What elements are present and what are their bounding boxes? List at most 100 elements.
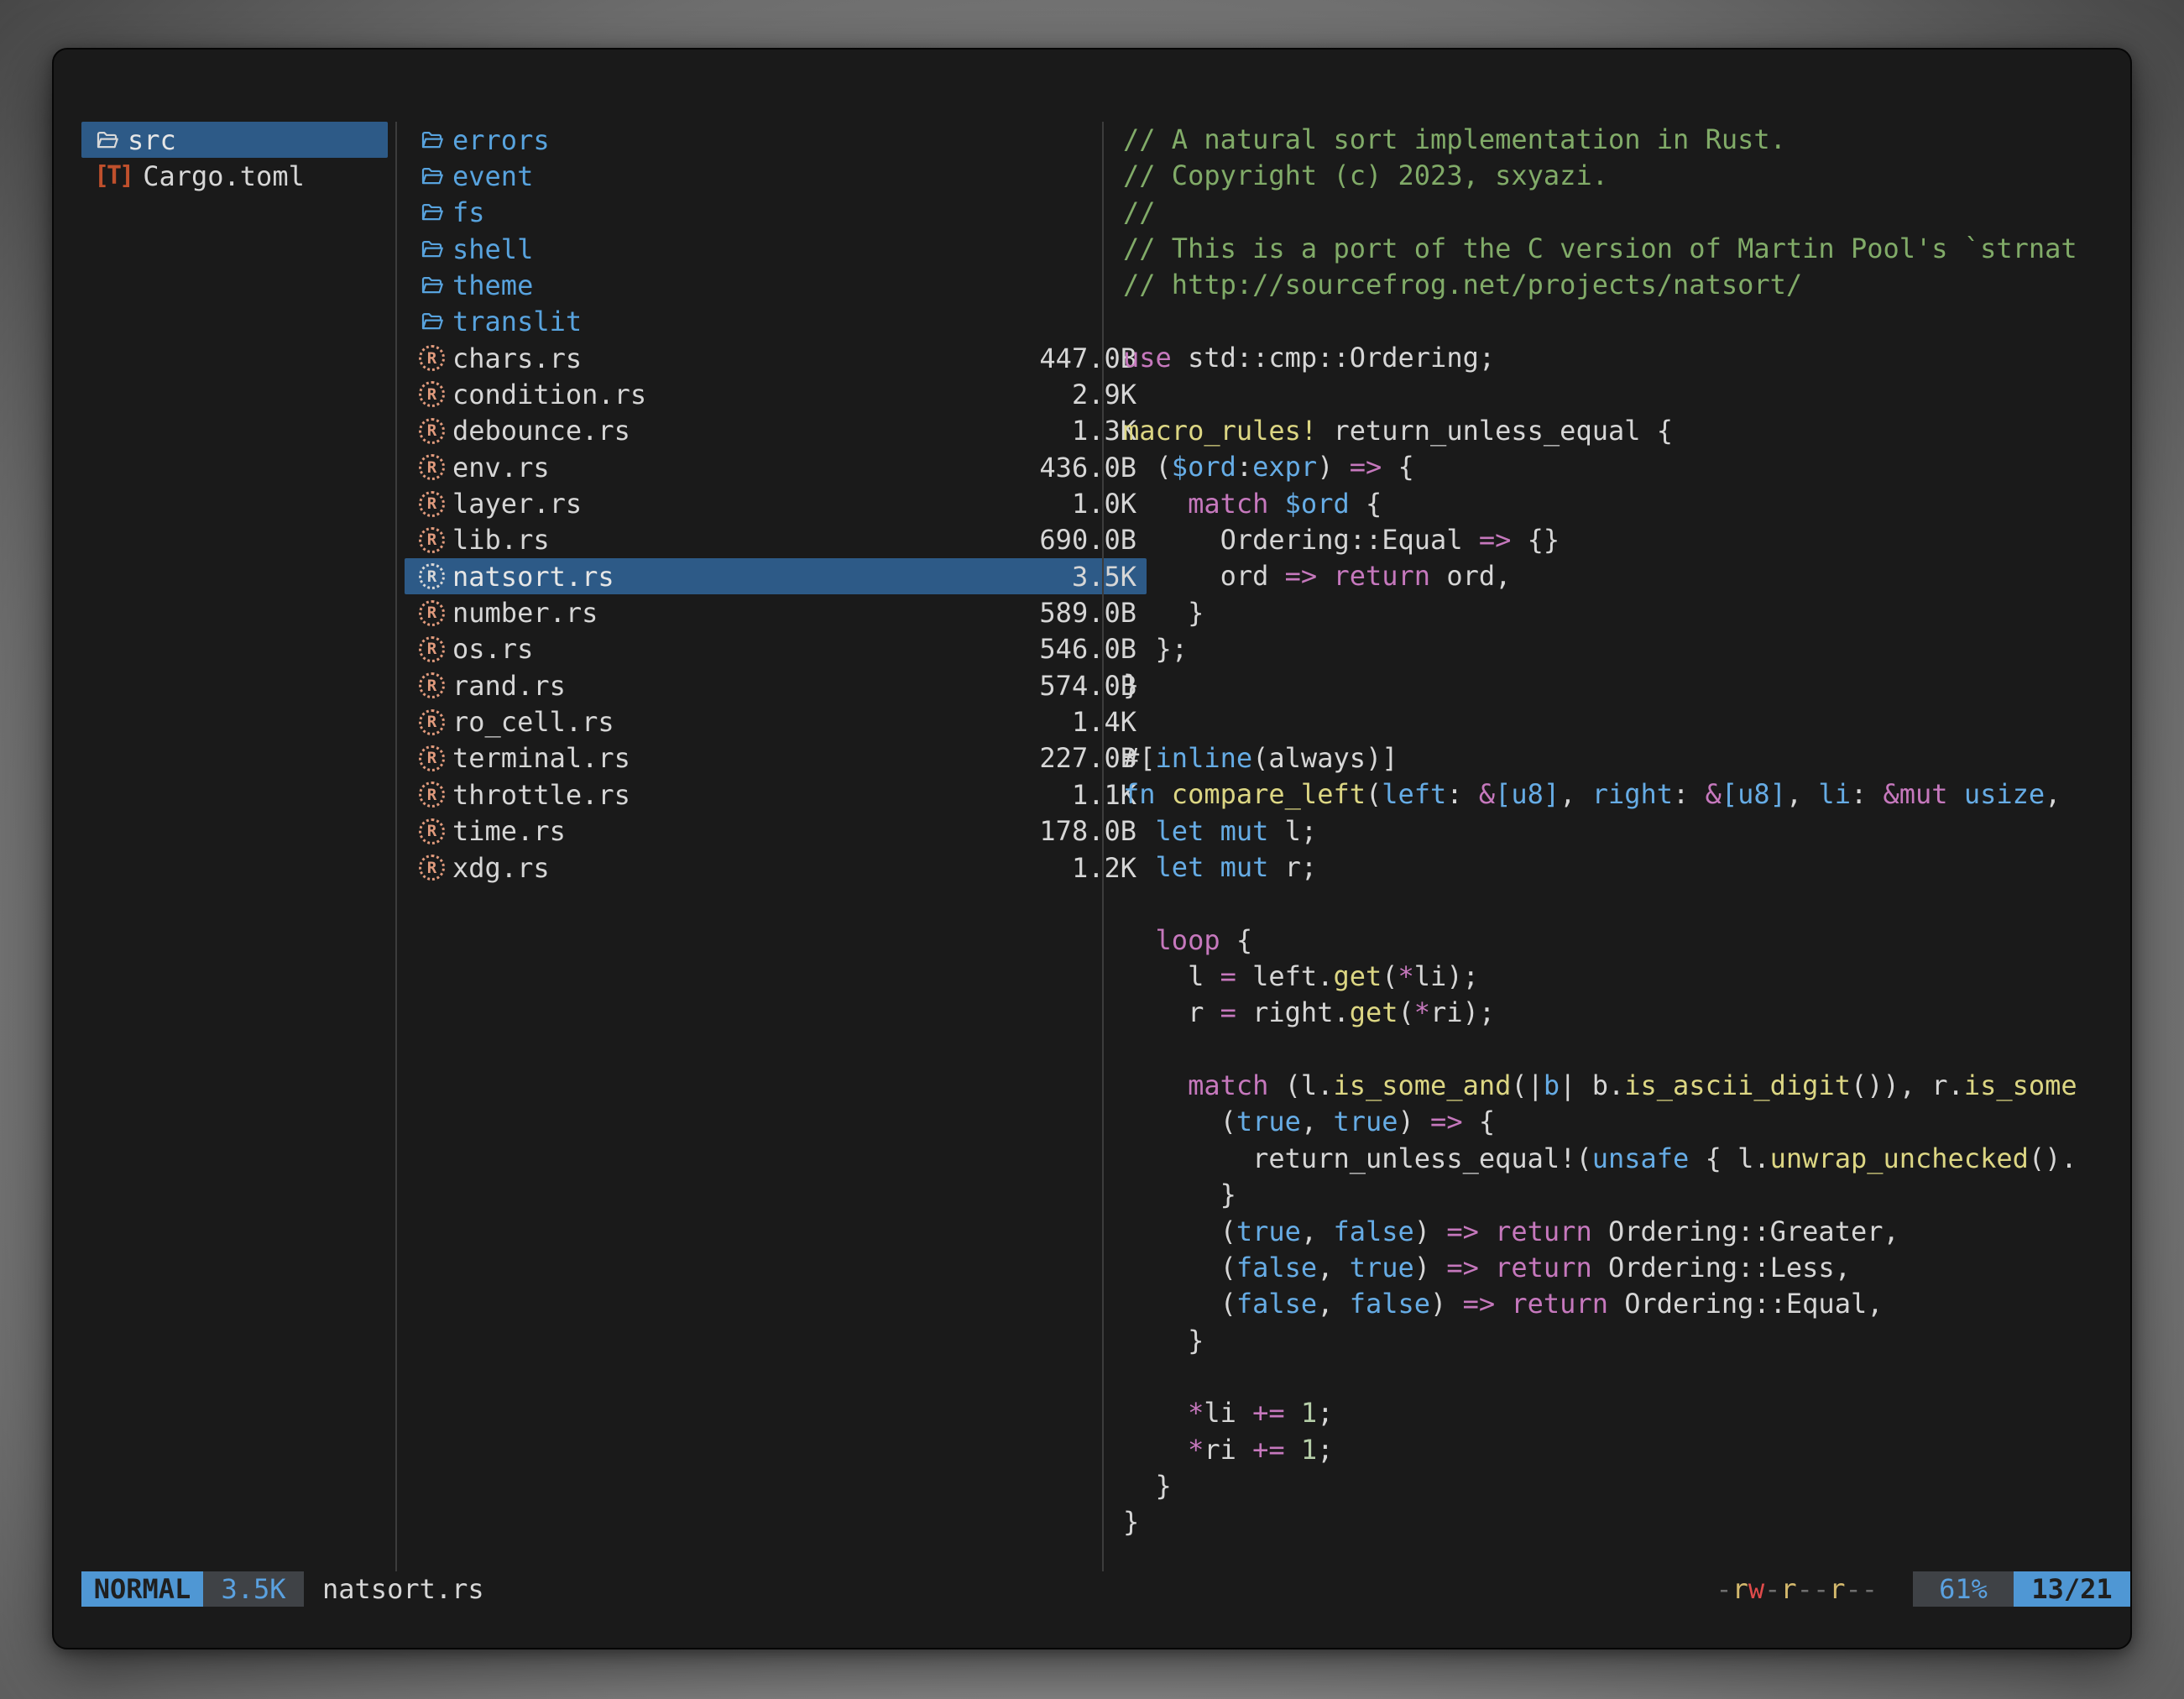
directory-row[interactable]: src: [81, 122, 388, 158]
rust-file-icon: R: [419, 454, 445, 480]
rust-file-icon: R: [419, 491, 445, 517]
folder-icon: [419, 165, 445, 188]
file-name: lib.rs: [452, 524, 550, 556]
directory-row[interactable]: fs: [405, 195, 1147, 231]
rust-file-icon: R: [419, 855, 445, 881]
file-name: src: [128, 124, 176, 156]
file-name: time.rs: [452, 815, 566, 847]
file-name: terminal.rs: [452, 742, 630, 774]
file-name: ro_cell.rs: [452, 706, 614, 738]
directory-row[interactable]: translit: [405, 304, 1147, 340]
file-row[interactable]: Rchars.rs447.0B: [405, 340, 1147, 376]
rust-file-icon: R: [419, 600, 445, 626]
file-row[interactable]: Rthrottle.rs1.1K: [405, 776, 1147, 813]
folder-icon: [419, 310, 445, 333]
code-line: (false, false) => return Ordering::Equal…: [1123, 1286, 1883, 1322]
mode-badge: NORMAL: [81, 1571, 203, 1607]
file-row[interactable]: Rterminal.rs227.0B: [405, 740, 1147, 776]
file-name: xdg.rs: [452, 852, 550, 884]
file-name: os.rs: [452, 633, 533, 665]
file-row[interactable]: Rdebounce.rs1.3K: [405, 413, 1147, 449]
code-line: *li += 1;: [1123, 1395, 1333, 1431]
file-row[interactable]: Rnatsort.rs3.5K: [405, 558, 1147, 594]
file-name: shell: [452, 233, 533, 265]
folder-icon: [94, 128, 120, 152]
scroll-percent-chip: 61%: [1913, 1571, 2014, 1607]
rust-file-icon: R: [419, 563, 445, 589]
file-row[interactable]: Rnumber.rs589.0B: [405, 595, 1147, 631]
directory-row[interactable]: theme: [405, 267, 1147, 303]
folder-icon: [419, 128, 445, 152]
directory-row[interactable]: errors: [405, 122, 1147, 158]
file-name: translit: [452, 306, 582, 337]
code-line: return_unless_equal!(unsafe { l.unwrap_u…: [1123, 1141, 2077, 1177]
code-line: };: [1123, 631, 1188, 667]
rust-file-icon: R: [419, 527, 445, 553]
toml-file-icon: [T]: [94, 161, 135, 191]
code-line: // http://sourcefrog.net/projects/natsor…: [1123, 267, 1802, 303]
code-line: ord => return ord,: [1123, 558, 1511, 594]
parent-directory-pane: src [T] Cargo.toml: [81, 122, 388, 1571]
code-line: *ri += 1;: [1123, 1432, 1333, 1468]
file-row[interactable]: Ros.rs546.0B: [405, 631, 1147, 667]
file-name: Cargo.toml: [143, 160, 305, 192]
code-line: }: [1123, 1323, 1204, 1359]
code-line: Ordering::Equal => {}: [1123, 522, 1560, 558]
file-name: chars.rs: [452, 342, 582, 374]
code-line: }: [1123, 595, 1204, 631]
file-row[interactable]: Rro_cell.rs1.4K: [405, 704, 1147, 740]
rust-file-icon: R: [419, 818, 445, 844]
pane-separator: [395, 122, 397, 1571]
status-filename: natsort.rs: [322, 1571, 484, 1607]
file-row[interactable]: Rlib.rs690.0B: [405, 522, 1147, 558]
file-row[interactable]: Rlayer.rs1.0K: [405, 486, 1147, 522]
code-line: (false, true) => return Ordering::Less,: [1123, 1250, 1851, 1286]
folder-icon: [419, 238, 445, 261]
code-line: match (l.is_some_and(|b| b.is_ascii_digi…: [1123, 1068, 2077, 1104]
file-name: condition.rs: [452, 379, 646, 410]
code-line: (true, true) => {: [1123, 1104, 1495, 1140]
file-size-chip: 3.5K: [203, 1571, 304, 1607]
file-row[interactable]: Rcondition.rs2.9K: [405, 376, 1147, 412]
file-row[interactable]: Rtime.rs178.0B: [405, 813, 1147, 850]
pane-separator: [1102, 122, 1104, 1571]
rust-file-icon: R: [419, 745, 445, 771]
rust-file-icon: R: [419, 636, 445, 662]
directory-row[interactable]: shell: [405, 231, 1147, 267]
rust-file-icon: R: [419, 782, 445, 808]
file-row[interactable]: [T] Cargo.toml: [81, 158, 388, 194]
code-line: #[inline(always)]: [1123, 740, 1398, 776]
file-row[interactable]: Rrand.rs574.0B: [405, 667, 1147, 703]
code-line: }: [1123, 1468, 1172, 1504]
folder-icon: [419, 201, 445, 224]
file-name: errors: [452, 124, 550, 156]
code-line: let mut l;: [1123, 813, 1317, 850]
file-name: event: [452, 160, 533, 192]
code-line: }: [1123, 1177, 1236, 1213]
code-line: l = left.get(*li);: [1123, 959, 1479, 995]
code-line: // A natural sort implementation in Rust…: [1123, 122, 1786, 158]
permissions-text: -rw-r--r--: [1716, 1571, 1878, 1607]
code-line: }: [1123, 667, 1139, 703]
file-name: throttle.rs: [452, 779, 630, 811]
file-name: fs: [452, 196, 485, 228]
code-line: // Copyright (c) 2023, sxyazi.: [1123, 158, 1608, 194]
code-line: (true, false) => return Ordering::Greate…: [1123, 1214, 1899, 1250]
file-row[interactable]: Rxdg.rs1.2K: [405, 850, 1147, 886]
file-name: natsort.rs: [452, 561, 614, 593]
code-line: let mut r;: [1123, 850, 1317, 886]
code-line: match $ord {: [1123, 486, 1382, 522]
file-row[interactable]: Renv.rs436.0B: [405, 449, 1147, 485]
code-preview-pane: // A natural sort implementation in Rust…: [1123, 122, 2115, 1571]
code-line: macro_rules! return_unless_equal {: [1123, 413, 1673, 449]
code-line: fn compare_left(left: &[u8], right: &[u8…: [1123, 776, 2061, 813]
status-bar: NORMAL 3.5K natsort.rs -rw-r--r-- 61% 13…: [54, 1571, 2130, 1607]
desktop-background: src [T] Cargo.toml errors event fs shelltheme…: [0, 0, 2184, 1699]
rust-file-icon: R: [419, 381, 445, 407]
code-line: r = right.get(*ri);: [1123, 995, 1495, 1031]
code-line: loop {: [1123, 923, 1252, 959]
directory-row[interactable]: event: [405, 158, 1147, 194]
rust-file-icon: R: [419, 345, 445, 371]
code-line: ($ord:expr) => {: [1123, 449, 1414, 485]
rust-file-icon: R: [419, 709, 445, 735]
